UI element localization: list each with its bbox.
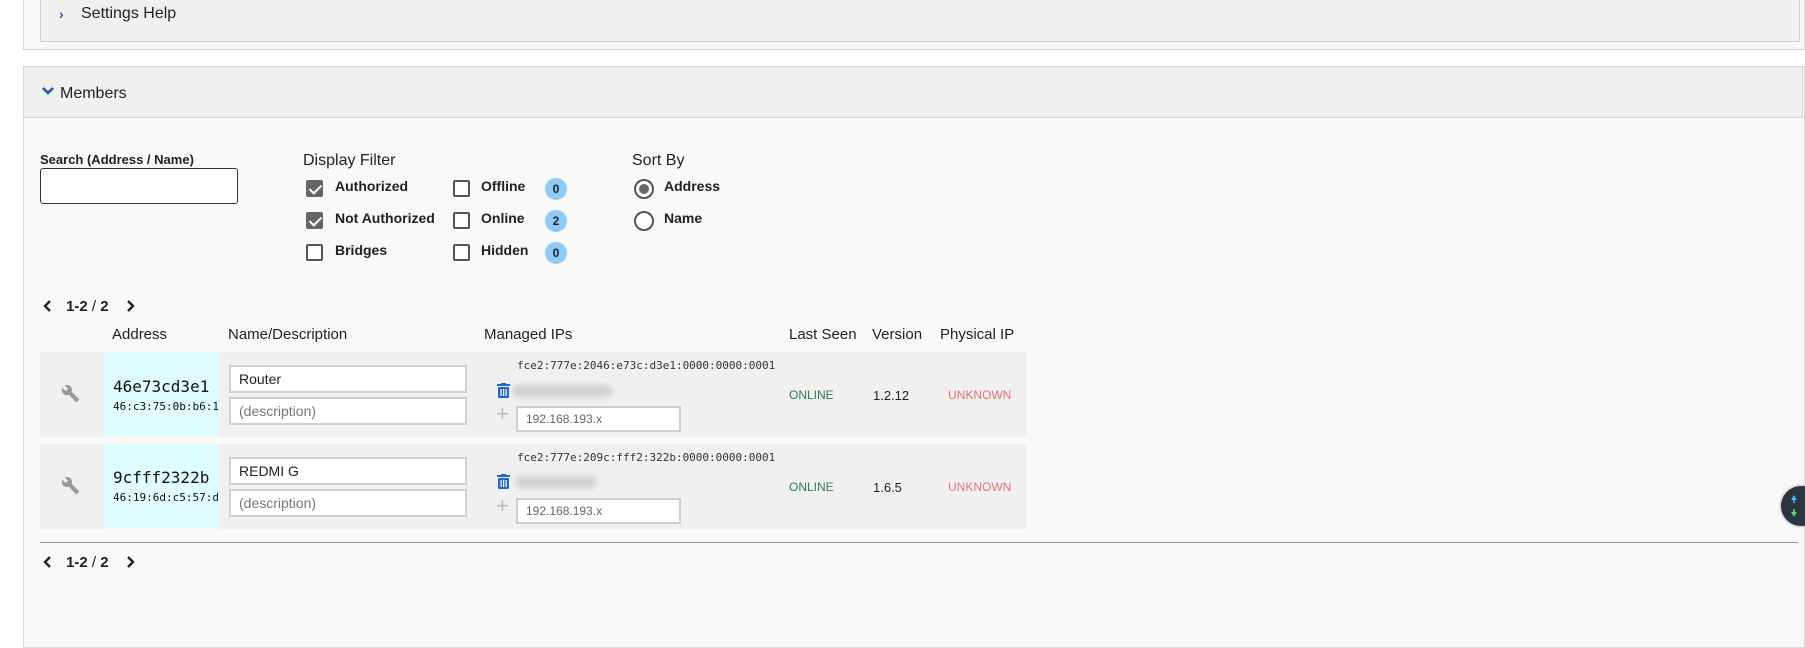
- display-filter-label: Display Filter: [303, 152, 396, 169]
- authorized-label: Authorized: [335, 178, 409, 194]
- hidden-checkbox[interactable]: [453, 244, 470, 261]
- sort-address-label: Address: [664, 178, 721, 194]
- pager-range: 1-2: [66, 298, 88, 315]
- up-down-arrows-icon: [1791, 495, 1797, 517]
- redacted-ip: [512, 385, 612, 397]
- physical-ip-value: UNKNOWN: [948, 480, 1012, 494]
- online-count-badge: 2: [545, 210, 567, 232]
- member-mac: 46:19:6d:c5:57:d: [113, 491, 219, 504]
- next-page-icon[interactable]: [126, 300, 135, 312]
- col-name-description[interactable]: Name/Description: [228, 326, 347, 343]
- chevron-down-icon: [42, 87, 54, 95]
- pager-separator: /: [87, 298, 101, 315]
- plus-icon[interactable]: +: [496, 495, 509, 517]
- bridges-label: Bridges: [335, 242, 388, 258]
- online-checkbox[interactable]: [453, 212, 470, 229]
- members-header[interactable]: Members: [23, 66, 1803, 118]
- member-version: 1.2.12: [873, 388, 910, 403]
- chevron-right-icon: ›: [59, 6, 64, 22]
- address-cell: 46e73cd3e1 46:c3:75:0b:b6:1: [104, 352, 220, 437]
- pager-range: 1-2: [66, 554, 88, 571]
- managed-ipv6: fce2:777e:2046:e73c:d3e1:0000:0000:0001: [517, 359, 776, 372]
- member-address: 46e73cd3e1: [113, 377, 210, 396]
- trash-icon[interactable]: [497, 383, 510, 398]
- pager-separator: /: [87, 554, 101, 571]
- col-address[interactable]: Address: [112, 326, 167, 343]
- next-page-icon[interactable]: [126, 556, 135, 568]
- pager-total: 2: [100, 554, 109, 571]
- wrench-icon[interactable]: [61, 476, 80, 495]
- sort-name-label: Name: [664, 210, 703, 226]
- members-title: Members: [60, 85, 127, 102]
- member-version: 1.6.5: [873, 480, 902, 495]
- address-cell: 9cfff2322b 46:19:6d:c5:57:d: [104, 444, 220, 529]
- sort-name-radio[interactable]: [634, 211, 654, 231]
- member-mac: 46:c3:75:0b:b6:1: [113, 400, 219, 413]
- pager-total: 2: [100, 298, 109, 315]
- hidden-count-badge: 0: [545, 242, 567, 264]
- search-input[interactable]: [40, 168, 238, 204]
- authorized-checkbox[interactable]: [306, 180, 323, 197]
- member-description-input[interactable]: [229, 397, 467, 425]
- online-label: Online: [481, 210, 525, 226]
- settings-help-header[interactable]: › Settings Help: [40, 0, 1800, 42]
- member-name-input[interactable]: [229, 365, 467, 393]
- offline-count-badge: 0: [545, 178, 567, 200]
- physical-ip-value: UNKNOWN: [948, 388, 1012, 402]
- col-physical-ip: Physical IP: [940, 326, 1015, 343]
- sort-by-label: Sort By: [632, 152, 685, 169]
- col-last-seen: Last Seen: [789, 326, 857, 343]
- settings-help-title: Settings Help: [81, 5, 177, 22]
- not-authorized-label: Not Authorized: [335, 210, 435, 226]
- not-authorized-checkbox[interactable]: [306, 212, 323, 229]
- managed-ipv6: fce2:777e:209c:fff2:322b:0000:0000:0001: [517, 451, 776, 464]
- redacted-ip: [515, 476, 597, 488]
- col-version: Version: [872, 326, 923, 343]
- member-description-input[interactable]: [229, 489, 467, 517]
- wrench-icon[interactable]: [61, 384, 80, 403]
- trash-icon[interactable]: [497, 474, 510, 489]
- sort-address-radio[interactable]: [634, 179, 654, 199]
- col-managed-ips: Managed IPs: [484, 326, 573, 343]
- last-seen-status: ONLINE: [789, 388, 834, 402]
- search-label: Search (Address / Name): [40, 152, 194, 167]
- add-ip-input[interactable]: [516, 498, 681, 524]
- pager-top-label: 1-2 / 2: [66, 298, 109, 315]
- prev-page-icon[interactable]: [43, 556, 52, 568]
- pager-bottom-label: 1-2 / 2: [66, 554, 109, 571]
- add-ip-input[interactable]: [516, 406, 681, 432]
- prev-page-icon[interactable]: [43, 300, 52, 312]
- offline-label: Offline: [481, 178, 526, 194]
- offline-checkbox[interactable]: [453, 180, 470, 197]
- bridges-checkbox[interactable]: [306, 244, 323, 261]
- last-seen-status: ONLINE: [789, 480, 834, 494]
- member-name-input[interactable]: [229, 457, 467, 485]
- member-address: 9cfff2322b: [113, 468, 210, 487]
- hidden-label: Hidden: [481, 242, 529, 258]
- divider: [40, 542, 1798, 543]
- plus-icon[interactable]: +: [496, 403, 509, 425]
